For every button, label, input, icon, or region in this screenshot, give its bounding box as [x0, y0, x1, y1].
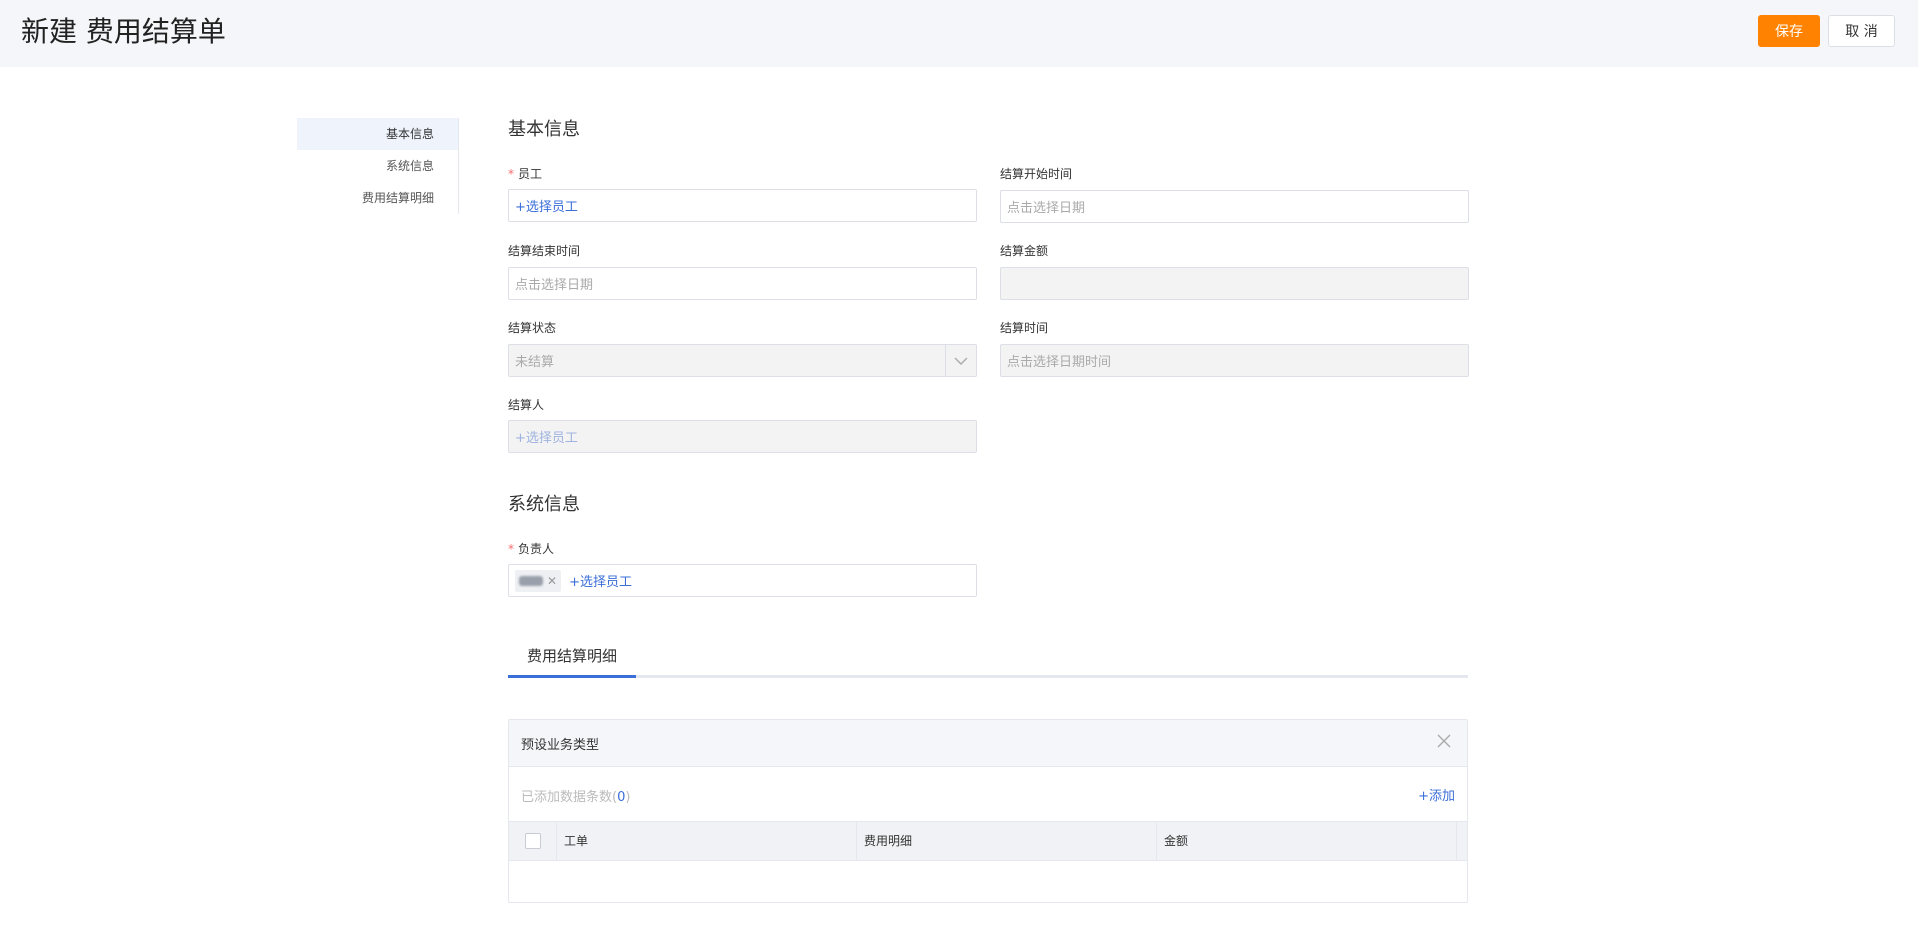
top-bar: 新建 费用结算单 保存 取 消	[0, 0, 1918, 67]
panel-meta: 已添加数据条数(0) +添加	[509, 767, 1467, 821]
close-icon[interactable]: ✕	[547, 574, 557, 588]
end-time-input[interactable]: 点击选择日期	[508, 267, 977, 300]
panel-title: 预设业务类型	[521, 738, 600, 753]
settler-field: +选择员工	[508, 420, 977, 453]
tab-fee-details[interactable]: 费用结算明细	[508, 640, 636, 678]
amount-input	[1000, 267, 1469, 300]
owner-label: * 负责人	[508, 542, 555, 556]
status-select: 未结算	[508, 344, 977, 377]
close-icon[interactable]	[1435, 732, 1453, 750]
employee-label: * 员工	[508, 167, 543, 181]
table-header: 工单 费用明细 金额	[509, 821, 1467, 861]
settle-time-input: 点击选择日期时间	[1000, 344, 1469, 377]
select-settler-link: +选择员工	[515, 431, 578, 446]
select-all-cell	[509, 822, 557, 860]
save-button[interactable]: 保存	[1758, 15, 1820, 47]
detail-tabs: 费用结算明细	[508, 640, 1468, 678]
select-employee-link[interactable]: +选择员工	[515, 196, 578, 215]
start-time-label: 结算开始时间	[1000, 167, 1073, 181]
amount-label: 结算金额	[1000, 244, 1049, 258]
owner-field[interactable]: ✕ +选择员工	[508, 564, 977, 597]
cancel-button[interactable]: 取 消	[1828, 15, 1895, 47]
employee-field[interactable]: +选择员工	[508, 189, 977, 222]
tab-active-indicator	[508, 675, 636, 678]
select-owner-link[interactable]: +选择员工	[569, 571, 632, 590]
chevron-down-icon	[945, 345, 976, 376]
nav-item-fee-details[interactable]: 费用结算明细	[297, 182, 458, 214]
page-title: 新建 费用结算单	[21, 15, 226, 48]
basic-info-title: 基本信息	[508, 119, 580, 140]
status-label: 结算状态	[508, 321, 557, 335]
end-time-label: 结算结束时间	[508, 244, 581, 258]
owner-tag: ✕	[515, 569, 562, 592]
section-nav: 基本信息 系统信息 费用结算明细	[297, 118, 459, 214]
added-count-text: 已添加数据条数(0)	[521, 790, 631, 805]
system-info-title: 系统信息	[508, 494, 580, 515]
add-row-button[interactable]: +添加	[1418, 785, 1455, 804]
select-all-checkbox[interactable]	[524, 833, 541, 849]
settle-time-label: 结算时间	[1000, 321, 1049, 335]
nav-item-system-info[interactable]: 系统信息	[297, 150, 458, 182]
column-header-work-order: 工单	[557, 822, 857, 860]
start-time-input[interactable]: 点击选择日期	[1000, 190, 1469, 223]
nav-item-basic-info[interactable]: 基本信息	[297, 118, 458, 150]
column-header-amount: 金额	[1157, 822, 1457, 860]
preset-business-panel: 预设业务类型 已添加数据条数(0) +添加 工单 费用明细 金额	[508, 719, 1468, 903]
settler-label: 结算人	[508, 398, 545, 412]
avatar	[519, 575, 543, 586]
column-header-fee-detail: 费用明细	[857, 822, 1157, 860]
panel-header: 预设业务类型	[509, 720, 1467, 767]
